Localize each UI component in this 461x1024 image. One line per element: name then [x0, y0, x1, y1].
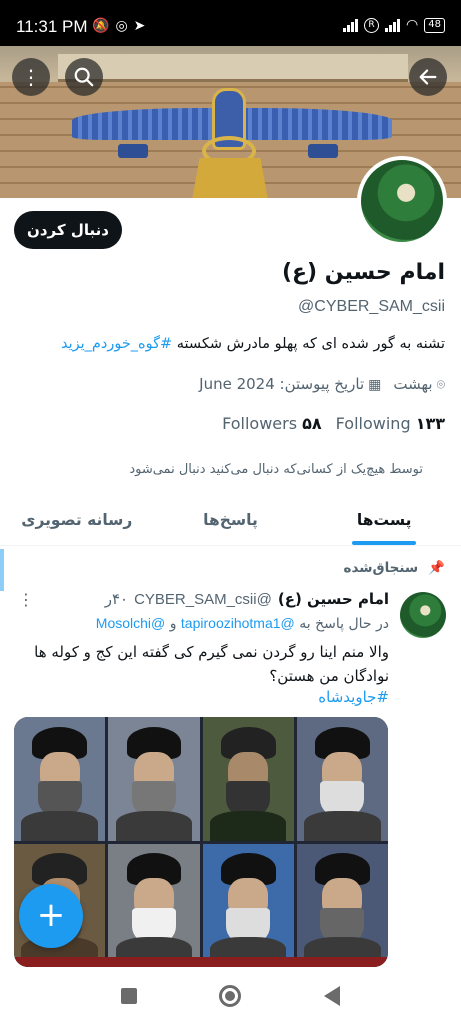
following-label: Following: [335, 414, 411, 433]
banner-emblem-left: [118, 144, 148, 158]
image-tile: [108, 843, 200, 967]
profile-stats: ۱۳۳ Following ۵۸ Followers: [222, 414, 445, 433]
wifi-icon: ◠: [406, 17, 419, 33]
tweet-time: ۴۰ر: [104, 591, 129, 608]
profile-meta: ⌾بهشت ▦تاریخ پیوستن: June 2024: [199, 375, 445, 393]
image-tile: [296, 717, 388, 841]
back-button[interactable]: [409, 58, 447, 96]
image-tile: [108, 717, 200, 841]
more-vertical-icon: ⋮: [21, 65, 41, 89]
image-tile: [202, 717, 294, 841]
profile-name: امام حسین (ع): [281, 260, 445, 285]
telegram-icon: ➤: [133, 18, 152, 34]
plus-icon: +: [36, 895, 66, 935]
profile-avatar[interactable]: [357, 156, 447, 246]
location-pin-icon: ⌾: [436, 377, 445, 393]
banner-emblem-right: [308, 144, 338, 158]
pinned-label: 📌 سنجاق‌شده: [343, 560, 445, 576]
reply-mention-2[interactable]: @Mosolchi: [96, 615, 165, 631]
tweet-avatar[interactable]: [400, 592, 446, 638]
tab-replies[interactable]: پاسخ‌ها: [154, 500, 308, 545]
tweet-author-name[interactable]: امام حسین (ع): [278, 590, 389, 608]
profile-bio: تشنه به گور شده ای که پهلو مادرش شکسته #…: [15, 336, 445, 352]
tweet-author-handle[interactable]: @CYBER_SAM_csii: [134, 591, 272, 608]
back-triangle-icon[interactable]: [323, 986, 340, 1006]
mute-icon: 🔕: [92, 18, 116, 34]
not-followed-notice: توسط هیچ‌یک از کسانی‌که دنبال می‌کنید دن…: [129, 462, 423, 477]
arrow-left-icon: [419, 69, 437, 85]
following-link[interactable]: ۱۳۳ Following: [336, 414, 445, 433]
bio-text: تشنه به گور شده ای که پهلو مادرش شکسته: [172, 336, 445, 352]
followers-count: ۵۸: [302, 414, 322, 433]
reply-prefix: در حال پاسخ به: [299, 616, 389, 632]
status-bar: 11:31 PM 🔕◎➤ R ◠ 48: [0, 0, 461, 46]
image-tile: [202, 843, 294, 967]
banner-lintel: [58, 54, 408, 82]
joined-text: تاریخ پیوستن: June 2024: [199, 375, 365, 393]
tweet-text: والا منم اینا رو گردن نمی گیرم کی گفته ا…: [34, 643, 389, 685]
pinned-indicator: [0, 549, 4, 591]
tweet-header: امام حسین (ع) @CYBER_SAM_csii ۴۰ر: [105, 590, 389, 608]
signal-icon: [343, 18, 359, 32]
tweet-reply-context: در حال پاسخ به @tapiroozihotma1 و @Mosol…: [96, 615, 389, 632]
recents-icon[interactable]: [121, 988, 138, 1004]
bio-hashtag[interactable]: #گوه_خوردم_یزید: [61, 336, 172, 352]
pinned-text: سنجاق‌شده: [343, 560, 419, 576]
calendar-icon: ▦: [368, 377, 382, 393]
image-caption-strip: [14, 957, 388, 967]
image-tile: [296, 843, 388, 967]
banner-tail: [192, 158, 268, 198]
follow-button[interactable]: دنبال کردن: [14, 211, 122, 249]
tab-media[interactable]: رسانه تصویری: [0, 500, 154, 545]
location: ⌾بهشت: [393, 375, 445, 393]
followers-label: Followers: [222, 414, 298, 433]
followers-link[interactable]: ۵۸ Followers: [222, 414, 322, 433]
reply-mention-1[interactable]: @tapiroozihotma1: [181, 615, 295, 631]
tab-posts[interactable]: پست‌ها: [307, 500, 461, 545]
battery-icon: 48: [424, 17, 445, 33]
joined-date: ▦تاریخ پیوستن: June 2024: [199, 375, 381, 393]
following-count: ۱۳۳: [415, 414, 445, 433]
pin-icon: 📌: [428, 560, 445, 576]
status-time: 11:31 PM: [16, 17, 88, 36]
whatsapp-icon: ◎: [115, 18, 134, 34]
system-nav-bar: [0, 968, 461, 1024]
compose-button[interactable]: +: [19, 884, 83, 948]
more-options-button[interactable]: ⋮: [12, 58, 50, 96]
search-icon: [74, 67, 94, 87]
roaming-icon: R: [364, 17, 380, 33]
signal-icon-2: [385, 18, 401, 32]
tweet-more-icon[interactable]: ⋮: [18, 590, 34, 609]
location-text: بهشت: [393, 375, 433, 393]
profile-handle: @CYBER_SAM_csii: [298, 298, 445, 315]
profile-tabs: پست‌ها پاسخ‌ها رسانه تصویری: [0, 500, 461, 546]
home-icon[interactable]: [219, 985, 242, 1007]
status-right: R ◠ 48: [343, 17, 445, 33]
reply-and: و: [169, 616, 177, 632]
search-button[interactable]: [65, 58, 103, 96]
image-tile: [14, 717, 106, 841]
notification-icons: 🔕◎➤: [92, 18, 151, 34]
tweet-hashtag[interactable]: #جاویدشاه: [318, 688, 389, 706]
